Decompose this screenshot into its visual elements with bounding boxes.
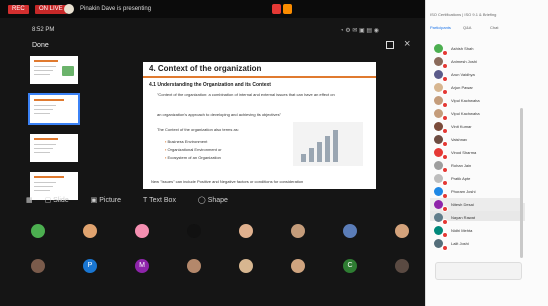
participant-list-name: Vaishnav: [451, 137, 468, 142]
participant-avatar[interactable]: [291, 224, 305, 238]
toolbar-textbox[interactable]: T Text Box: [143, 197, 186, 204]
slide-footnote: New "Issues" can include Positive and Ne…: [151, 179, 304, 184]
done-button[interactable]: Done: [32, 42, 49, 49]
meeting-title: ISO Certifications | ISO 9.1 & Briefing: [430, 12, 497, 17]
slide-thumbnail[interactable]: [30, 134, 78, 162]
participant-avatar[interactable]: [343, 224, 357, 238]
scrollbar[interactable]: [520, 108, 523, 258]
slide-paragraph-2: an organization's approach to developing…: [157, 112, 282, 117]
participant-list-name: Ashish Shah: [451, 46, 474, 51]
participant-avatar[interactable]: [291, 259, 305, 273]
participant-avatar[interactable]: C: [343, 259, 357, 273]
participant-list-name: Vipul Kachwaha: [451, 111, 480, 116]
slide-thumbnail[interactable]: [30, 56, 78, 84]
participant-list-item[interactable]: Arjun Pawar: [430, 81, 520, 95]
participant-list-item[interactable]: Phoram Joshi: [430, 185, 520, 199]
slide-graphic: [293, 122, 498, 220]
slide-header: 4. Context of the organization: [143, 62, 376, 78]
participant-list-item[interactable]: Vipul Kachwaha: [430, 94, 520, 108]
presenting-text: Pinakin Dave is presenting: [80, 6, 152, 12]
participant-avatar[interactable]: [395, 224, 409, 238]
presenter-avatar: [64, 4, 74, 14]
tab-chat[interactable]: Chat: [490, 25, 498, 30]
participant-list-item[interactable]: Nayan Rawat: [430, 211, 520, 225]
participant-list-item[interactable]: Lalit Joshi: [430, 237, 520, 251]
participant-avatar[interactable]: [31, 224, 45, 238]
slide-paragraph-3: The Context of the organization also ter…: [157, 127, 239, 132]
slide-paragraph-1: "Context of the organization: a combinat…: [157, 92, 335, 97]
participant-avatar[interactable]: [239, 224, 253, 238]
participant-list-name: Vinod Sharma: [451, 150, 477, 155]
slide-bullet-list: Business Environment Organizational Envi…: [165, 138, 222, 162]
participant-avatar[interactable]: [187, 259, 201, 273]
hand-icon[interactable]: [272, 4, 281, 14]
participant-list-item[interactable]: Nidhi Mehta: [430, 224, 520, 238]
live-badge: ON LIVE: [35, 5, 67, 14]
participant-list-item[interactable]: Rohan Jain: [430, 159, 520, 173]
top-bar: REC ON LIVE Pinakin Dave is presenting: [0, 0, 425, 18]
rec-badge: REC: [8, 5, 29, 14]
grid-icon[interactable]: ▦: [26, 196, 33, 204]
participant-avatar[interactable]: [135, 224, 149, 238]
participant-list-name: Vipul Kachwaha: [451, 98, 480, 103]
slide-toolbar: ▦ ▢ Slide ▣ Picture T Text Box ◯ Shape: [26, 196, 248, 204]
toolbar-picture[interactable]: ▣ Picture: [91, 196, 131, 204]
participant-list-item[interactable]: Ashish Shah: [430, 42, 520, 56]
tooltip: [435, 262, 522, 280]
participant-list-item[interactable]: Pratik Apte: [430, 172, 520, 186]
mic-muted-icon: [442, 245, 448, 251]
device-time: 8:52 PM: [32, 27, 55, 33]
participant-list-item[interactable]: Vinit Kumar: [430, 120, 520, 134]
participant-list-item[interactable]: Vinod Sharma: [430, 146, 520, 160]
close-icon[interactable]: ×: [404, 38, 410, 50]
slide-subtitle: 4.1 Understanding the Organization and i…: [149, 82, 271, 88]
participant-list-item[interactable]: Arun Vaidhya: [430, 68, 520, 82]
current-slide: 4. Context of the organization 4.1 Under…: [143, 62, 498, 220]
toolbar-slide[interactable]: ▢ Slide: [45, 196, 79, 204]
slide-bullet: Organizational Environment or: [165, 146, 222, 154]
participant-list-item[interactable]: Nitesh Desai: [430, 198, 520, 212]
participant-list-name: Nidhi Mehta: [451, 228, 473, 233]
participant-list-name: Pratik Apte: [451, 176, 471, 181]
status-icons: ◔ ⚙ ✉ ▣ ▤ ◉: [340, 28, 379, 34]
participant-avatar[interactable]: M: [135, 259, 149, 273]
participant-list-name: Vinit Kumar: [451, 124, 472, 129]
participant-avatar[interactable]: [31, 259, 45, 273]
participant-list-name: Lalit Joshi: [451, 241, 469, 246]
slide-title: 4. Context of the organization: [149, 64, 262, 73]
participant-list-name: Phoram Joshi: [451, 189, 476, 194]
participant-list: Ashish Shah Animesh Joshi Arun Vaidhya Arju…: [430, 42, 520, 251]
participant-list-item[interactable]: Animesh Joshi: [430, 55, 520, 69]
participant-list-name: Arun Vaidhya: [451, 72, 475, 77]
tab-participants[interactable]: Participants: [430, 25, 451, 30]
meeting-app: REC ON LIVE Pinakin Dave is presenting 8…: [0, 0, 548, 306]
slide-bullet: Ecosystem of an Organization: [165, 154, 222, 162]
participant-avatar[interactable]: [395, 259, 409, 273]
participant-avatar[interactable]: [187, 224, 201, 238]
participant-list-name: Nayan Rawat: [451, 215, 476, 220]
participant-list-item[interactable]: Vipul Kachwaha: [430, 107, 520, 121]
slide-thumbnail[interactable]: [28, 93, 80, 125]
panel-icon[interactable]: [386, 41, 394, 49]
participant-avatar[interactable]: P: [83, 259, 97, 273]
activity-icon[interactable]: [283, 4, 292, 14]
participant-avatar[interactable]: [83, 224, 97, 238]
slide-bullet: Business Environment: [165, 138, 222, 146]
toolbar-shape[interactable]: ◯ Shape: [198, 196, 238, 204]
participant-list-name: Nitesh Desai: [451, 202, 474, 207]
participant-avatar[interactable]: [239, 259, 253, 273]
participant-list-item[interactable]: Vaishnav: [430, 133, 520, 147]
participant-list-name: Arjun Pawar: [451, 85, 473, 90]
tab-qa[interactable]: Q&A: [463, 25, 471, 30]
participant-list-name: Animesh Joshi: [451, 59, 478, 64]
participant-list-name: Rohan Jain: [451, 163, 472, 168]
